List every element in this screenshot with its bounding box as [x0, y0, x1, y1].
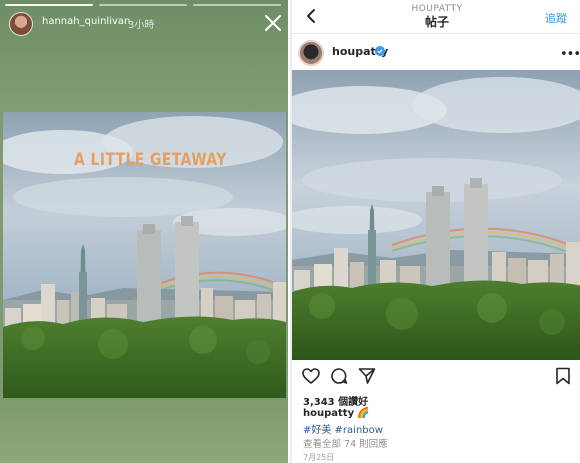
story-progress-segment [5, 4, 93, 6]
post-actions [302, 367, 572, 385]
nav-divider [292, 33, 580, 34]
story-progress-segment [99, 4, 187, 6]
hashtags[interactable]: #好美 #rainbow [303, 421, 383, 436]
like-count[interactable]: 3,343 個讚好 [303, 393, 368, 408]
story-progress-segment [193, 4, 281, 6]
follow-button[interactable]: 追蹤 [545, 10, 567, 26]
story-background-bottom [0, 398, 288, 463]
share-icon[interactable] [358, 367, 376, 385]
post-view: HOUPATTY 帖子 追蹤 houpatty ••• 3,343 個讚好 ho… [290, 0, 580, 463]
avatar[interactable] [298, 40, 324, 66]
story-avatar[interactable] [9, 12, 33, 36]
post-date: 7月25日 [303, 453, 335, 462]
page-title: 帖子 [424, 15, 449, 29]
rainbow-emoji: 🌈 [357, 408, 370, 419]
story-timestamp: 3小時 [128, 20, 155, 31]
view-all-comments-link[interactable]: 查看全部 74 則回應 [303, 436, 388, 450]
caption: houpatty 🌈 [303, 408, 370, 419]
caption-author[interactable]: houpatty [303, 408, 354, 419]
screenshot-root: hannah_quinlivan 3小時 A LITTLE GETAWAY HO… [0, 0, 580, 463]
story-text-overlay: A LITTLE GETAWAY [74, 150, 227, 170]
comment-icon[interactable] [330, 367, 348, 385]
bookmark-icon[interactable] [554, 367, 572, 385]
story-username[interactable]: hannah_quinlivan [42, 16, 130, 27]
story-viewer[interactable]: hannah_quinlivan 3小時 A LITTLE GETAWAY [0, 0, 288, 463]
more-options-icon[interactable]: ••• [560, 47, 580, 62]
heart-icon[interactable] [302, 367, 320, 385]
verified-badge-icon [375, 46, 385, 56]
close-icon[interactable] [262, 12, 284, 34]
post-photo[interactable] [292, 70, 580, 360]
